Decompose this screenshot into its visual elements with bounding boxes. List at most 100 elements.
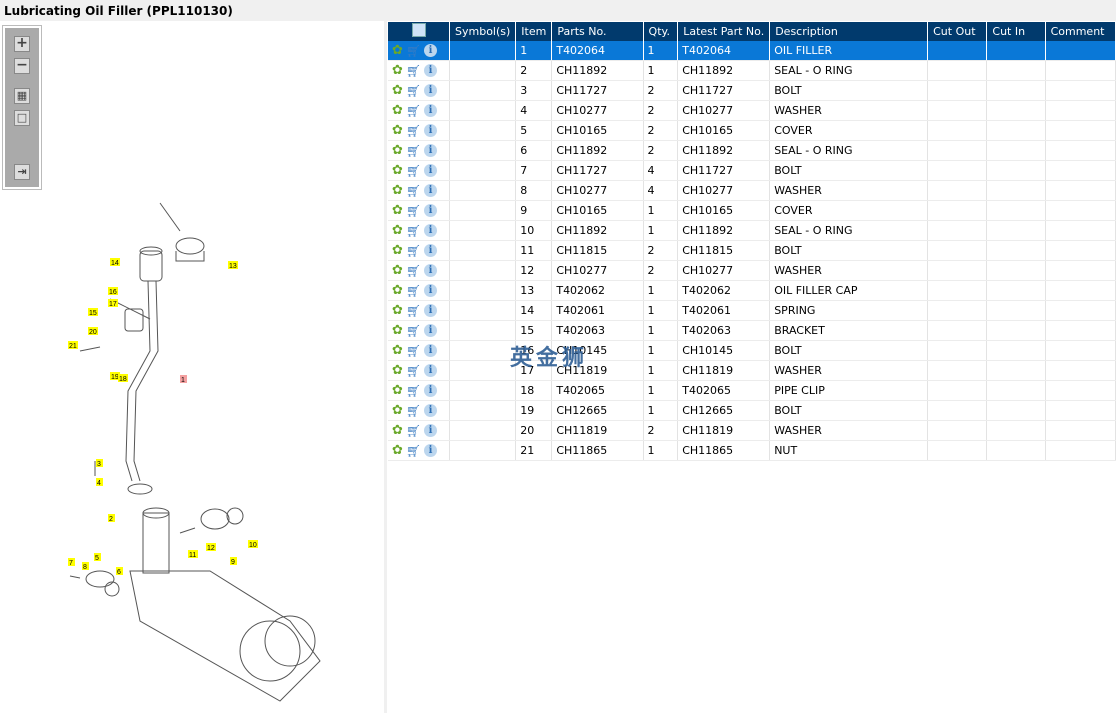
gear-icon[interactable]: ✿ xyxy=(392,363,406,378)
gear-icon[interactable]: ✿ xyxy=(392,123,406,138)
gear-icon[interactable]: ✿ xyxy=(392,223,406,238)
callout-label[interactable]: 20 xyxy=(88,327,98,336)
cart-icon[interactable]: 🛒︎ xyxy=(406,264,424,278)
callout-label[interactable]: 21 xyxy=(68,341,78,350)
zoom-in-button[interactable]: + xyxy=(14,36,30,52)
callout-label[interactable]: 6 xyxy=(116,567,123,576)
callout-label[interactable]: 5 xyxy=(94,553,101,562)
table-row[interactable]: ✿ 🛒︎ i 11 CH11815 2 CH11815 BOLT xyxy=(388,240,1116,261)
info-icon[interactable]: i xyxy=(424,164,437,177)
table-row[interactable]: ✿ 🛒︎ i 16 CH10145 1 CH10145 BOLT xyxy=(388,340,1116,361)
cart-icon[interactable]: 🛒︎ xyxy=(406,44,424,58)
info-icon[interactable]: i xyxy=(424,144,437,157)
info-icon[interactable]: i xyxy=(424,304,437,317)
actual-size-button[interactable]: □ xyxy=(14,110,30,126)
cart-icon[interactable]: 🛒︎ xyxy=(406,164,424,178)
info-icon[interactable]: i xyxy=(424,324,437,337)
gear-icon[interactable]: ✿ xyxy=(392,63,406,78)
callout-label[interactable]: 7 xyxy=(68,558,75,567)
table-row[interactable]: ✿ 🛒︎ i 9 CH10165 1 CH10165 COVER xyxy=(388,200,1116,221)
callout-label[interactable]: 1 xyxy=(180,375,187,384)
info-icon[interactable]: i xyxy=(424,384,437,397)
info-icon[interactable]: i xyxy=(424,444,437,457)
cart-icon[interactable]: 🛒︎ xyxy=(406,64,424,78)
column-header-latest-part-no[interactable]: Latest Part No. xyxy=(677,22,771,41)
table-row[interactable]: ✿ 🛒︎ i 4 CH10277 2 CH10277 WASHER xyxy=(388,100,1116,121)
table-row[interactable]: ✿ 🛒︎ i 12 CH10277 2 CH10277 WASHER xyxy=(388,260,1116,281)
gear-icon[interactable]: ✿ xyxy=(392,303,406,318)
callout-label[interactable]: 9 xyxy=(230,557,237,566)
export-button[interactable]: ⇥ xyxy=(14,164,30,180)
table-row[interactable]: ✿ 🛒︎ i 3 CH11727 2 CH11727 BOLT xyxy=(388,80,1116,101)
info-icon[interactable]: i xyxy=(424,124,437,137)
table-row[interactable]: ✿ 🛒︎ i 15 T402063 1 T402063 BRACKET xyxy=(388,320,1116,341)
callout-label[interactable]: 8 xyxy=(82,562,89,571)
column-header-symbols[interactable]: Symbol(s) xyxy=(449,22,517,41)
cart-icon[interactable]: 🛒︎ xyxy=(406,304,424,318)
info-icon[interactable]: i xyxy=(424,264,437,277)
column-header-qty[interactable]: Qty. xyxy=(643,22,679,41)
callout-label[interactable]: 4 xyxy=(96,478,103,487)
gear-icon[interactable]: ✿ xyxy=(392,423,406,438)
search-magnifier-icon[interactable] xyxy=(411,23,426,37)
info-icon[interactable]: i xyxy=(424,364,437,377)
table-row[interactable]: ✿ 🛒︎ i 13 T402062 1 T402062 OIL FILLER CAP xyxy=(388,280,1116,301)
column-header-description[interactable]: Description xyxy=(769,22,929,41)
info-icon[interactable]: i xyxy=(424,44,437,57)
panel-divider[interactable] xyxy=(384,21,387,713)
table-row[interactable]: ✿ 🛒︎ i 14 T402061 1 T402061 SPRING xyxy=(388,300,1116,321)
info-icon[interactable]: i xyxy=(424,104,437,117)
gear-icon[interactable]: ✿ xyxy=(392,443,406,458)
table-row[interactable]: ✿ 🛒︎ i 21 CH11865 1 CH11865 NUT xyxy=(388,440,1116,461)
gear-icon[interactable]: ✿ xyxy=(392,383,406,398)
info-icon[interactable]: i xyxy=(424,344,437,357)
info-icon[interactable]: i xyxy=(424,244,437,257)
cart-icon[interactable]: 🛒︎ xyxy=(406,184,424,198)
gear-icon[interactable]: ✿ xyxy=(392,243,406,258)
cart-icon[interactable]: 🛒︎ xyxy=(406,204,424,218)
callout-label[interactable]: 14 xyxy=(110,258,120,267)
info-icon[interactable]: i xyxy=(424,224,437,237)
gear-icon[interactable]: ✿ xyxy=(392,203,406,218)
callout-label[interactable]: 16 xyxy=(108,287,118,296)
cart-icon[interactable]: 🛒︎ xyxy=(406,284,424,298)
column-header-cut-out[interactable]: Cut Out xyxy=(927,22,988,41)
callout-label[interactable]: 11 xyxy=(188,550,198,559)
info-icon[interactable]: i xyxy=(424,184,437,197)
gear-icon[interactable]: ✿ xyxy=(392,183,406,198)
table-row[interactable]: ✿ 🛒︎ i 1 T402064 1 T402064 OIL FILLER xyxy=(388,41,1116,61)
gear-icon[interactable]: ✿ xyxy=(392,323,406,338)
table-row[interactable]: ✿ 🛒︎ i 18 T402065 1 T402065 PIPE CLIP xyxy=(388,380,1116,401)
cart-icon[interactable]: 🛒︎ xyxy=(406,444,424,458)
cart-icon[interactable]: 🛒︎ xyxy=(406,224,424,238)
cart-icon[interactable]: 🛒︎ xyxy=(406,324,424,338)
callout-label[interactable]: 3 xyxy=(96,459,103,468)
cart-icon[interactable]: 🛒︎ xyxy=(406,104,424,118)
table-row[interactable]: ✿ 🛒︎ i 17 CH11819 1 CH11819 WASHER xyxy=(388,360,1116,381)
cart-icon[interactable]: 🛒︎ xyxy=(406,84,424,98)
gear-icon[interactable]: ✿ xyxy=(392,143,406,158)
table-row[interactable]: ✿ 🛒︎ i 20 CH11819 2 CH11819 WASHER xyxy=(388,420,1116,441)
callout-label[interactable]: 15 xyxy=(88,308,98,317)
cart-icon[interactable]: 🛒︎ xyxy=(406,124,424,138)
cart-icon[interactable]: 🛒︎ xyxy=(406,384,424,398)
info-icon[interactable]: i xyxy=(424,424,437,437)
gear-icon[interactable]: ✿ xyxy=(392,103,406,118)
callout-label[interactable]: 13 xyxy=(228,261,238,270)
gear-icon[interactable]: ✿ xyxy=(392,343,406,358)
table-row[interactable]: ✿ 🛒︎ i 2 CH11892 1 CH11892 SEAL - O RING xyxy=(388,60,1116,81)
column-header-comment[interactable]: Comment xyxy=(1045,22,1116,41)
table-row[interactable]: ✿ 🛒︎ i 5 CH10165 2 CH10165 COVER xyxy=(388,120,1116,141)
cart-icon[interactable]: 🛒︎ xyxy=(406,144,424,158)
info-icon[interactable]: i xyxy=(424,204,437,217)
column-header-tools[interactable] xyxy=(388,22,450,41)
table-row[interactable]: ✿ 🛒︎ i 10 CH11892 1 CH11892 SEAL - O RING xyxy=(388,220,1116,241)
column-header-cut-in[interactable]: Cut In xyxy=(986,22,1046,41)
info-icon[interactable]: i xyxy=(424,404,437,417)
callout-label[interactable]: 2 xyxy=(108,514,115,523)
cart-icon[interactable]: 🛒︎ xyxy=(406,364,424,378)
gear-icon[interactable]: ✿ xyxy=(392,163,406,178)
column-header-parts-no[interactable]: Parts No. xyxy=(551,22,644,41)
fit-view-button[interactable]: ▦ xyxy=(14,88,30,104)
info-icon[interactable]: i xyxy=(424,284,437,297)
